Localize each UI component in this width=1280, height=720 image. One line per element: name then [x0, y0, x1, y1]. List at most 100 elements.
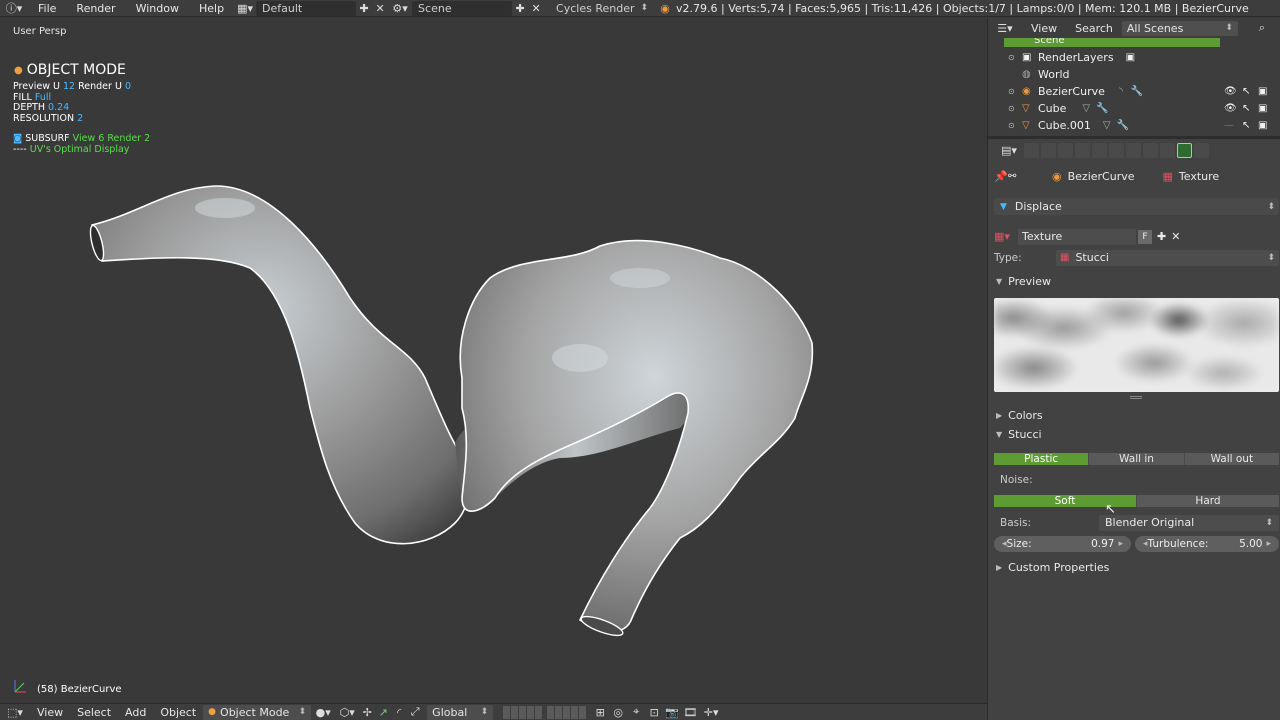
render-engine-value: Cycles Render [556, 1, 635, 15]
preview-panel-header[interactable]: ▼ Preview [994, 273, 1279, 289]
subsurf-label: SUBSURF [25, 133, 70, 144]
stucci-plastic-button[interactable]: Plastic [994, 453, 1090, 465]
screen-layout-field[interactable]: Default [256, 0, 357, 16]
editor-type-icon[interactable]: ⬚▾ [0, 706, 30, 719]
outliner-menu-search[interactable]: Search [1066, 22, 1122, 35]
curve-object-mesh[interactable] [0, 18, 987, 702]
translate-icon[interactable]: ↗ [375, 706, 391, 719]
stucci-panel-header[interactable]: ▼ Stucci [994, 426, 1279, 442]
opengl-anim-icon[interactable]: 🎞 [681, 706, 699, 719]
transform-gizmo-icon[interactable]: ✛▾ [699, 706, 723, 719]
outliner-row-cube-001[interactable]: ⊙ ▽ Cube.001 ▽ 🔧 — ↖ ▣ [988, 117, 1280, 134]
size-field[interactable]: ◂ Size: 0.97 ▸ [994, 535, 1131, 552]
add-scene-icon[interactable]: ✚ [512, 2, 528, 15]
opengl-render-icon[interactable]: 📷 [663, 706, 681, 719]
constraints-tab-icon[interactable] [1109, 142, 1124, 158]
render-camera-icon[interactable]: ▣ [1258, 86, 1267, 97]
unlink-texture-icon[interactable]: ✕ [1171, 230, 1180, 243]
outliner-row-renderlayers[interactable]: ⊙ ▣ RenderLayers ▣ [988, 49, 1280, 66]
expand-toggle-icon[interactable]: ⊙ [1008, 87, 1022, 96]
remove-scene-icon[interactable]: ✕ [528, 2, 544, 15]
fake-user-button[interactable]: F [1138, 229, 1152, 244]
screen-layout-icon[interactable]: ▦▾ [234, 2, 256, 15]
scene-icon[interactable]: ⚙▾ [388, 2, 412, 15]
visibility-eye-icon[interactable]: — [1224, 120, 1234, 131]
snap-element-icon[interactable]: ⊡ [645, 706, 663, 719]
render-tab-icon[interactable] [1024, 142, 1039, 158]
expand-toggle-icon[interactable]: ⊙ [1008, 121, 1022, 130]
menu-select[interactable]: Select [70, 706, 118, 719]
render-camera-icon[interactable]: ▣ [1258, 103, 1267, 114]
select-cursor-icon[interactable]: ↖ [1242, 86, 1250, 97]
pin-icon[interactable]: 📌 [994, 170, 1008, 183]
proportional-edit-icon[interactable]: ◎ [609, 706, 627, 719]
stucci-wall-out-button[interactable]: Wall out [1184, 453, 1279, 465]
area-divider[interactable] [988, 136, 1280, 139]
remove-screen-icon[interactable]: ✕ [372, 2, 388, 15]
viewport-shading-icon[interactable]: ●▾ [311, 706, 335, 719]
render-camera-icon[interactable]: ▣ [1258, 120, 1267, 131]
texture-context-select[interactable]: ▼ Displace ⬍ [994, 198, 1279, 215]
outliner-row-world[interactable]: ◍ World [988, 66, 1280, 83]
orientation-select[interactable]: Global ⬍ [427, 704, 494, 720]
search-icon[interactable]: ⌕ [1252, 21, 1272, 35]
increment-icon[interactable]: ▸ [1266, 539, 1271, 549]
object-tab-icon[interactable] [1092, 142, 1107, 158]
texture-name-field[interactable]: Texture [1018, 228, 1136, 245]
layer-grid[interactable] [547, 705, 588, 719]
menu-render[interactable]: Render [66, 2, 125, 15]
colors-panel-header[interactable]: ▶ Colors [994, 407, 1279, 423]
scene-field[interactable]: Scene [412, 0, 513, 16]
select-cursor-icon[interactable]: ↖ [1242, 120, 1250, 131]
outliner-menu-view[interactable]: View [1022, 22, 1066, 35]
layer-grid[interactable] [503, 705, 544, 719]
world-tab-icon[interactable] [1075, 142, 1090, 158]
expand-toggle-icon[interactable]: ⊙ [1008, 53, 1022, 62]
blender-logo-icon[interactable]: ⓘ▾ [0, 0, 28, 16]
expand-toggle-icon[interactable]: ⊙ [1008, 104, 1022, 113]
manipulator-toggle-icon[interactable]: ✢ [359, 706, 375, 719]
visibility-eye-icon[interactable]: 👁 [1224, 103, 1237, 114]
visibility-eye-icon[interactable]: 👁 [1224, 86, 1237, 97]
add-texture-icon[interactable]: ✚ [1157, 230, 1166, 243]
texture-tab-icon[interactable] [1177, 142, 1192, 158]
turbulence-field[interactable]: ◂ Turbulence: 5.00 ▸ [1135, 535, 1279, 552]
snap-icon[interactable]: ⌖ [627, 705, 645, 719]
render-engine-select[interactable]: Cycles Render ⬍ [550, 0, 655, 16]
data-tab-icon[interactable] [1143, 142, 1158, 158]
stucci-wall-in-button[interactable]: Wall in [1089, 453, 1185, 465]
mode-select[interactable]: ● Object Mode ⬍ [203, 704, 312, 720]
outliner-row-scene[interactable]: Scene [988, 38, 1280, 47]
increment-icon[interactable]: ▸ [1118, 539, 1123, 549]
menu-view[interactable]: View [30, 706, 70, 719]
texture-type-select[interactable]: ▦ Stucci ⬍ [1056, 249, 1279, 266]
preview-resize-handle[interactable] [1130, 396, 1142, 399]
editor-type-icon[interactable]: ▤▾ [996, 144, 1022, 157]
add-screen-icon[interactable]: ✚ [356, 2, 372, 15]
outliner-row-cube[interactable]: ⊙ ▽ Cube ▽ 🔧 👁 ↖ ▣ [988, 100, 1280, 117]
modifiers-tab-icon[interactable] [1126, 142, 1141, 158]
scale-icon[interactable]: ⤢ [407, 705, 423, 719]
menu-window[interactable]: Window [126, 2, 189, 15]
basis-select[interactable]: Blender Original ⬍ [1099, 514, 1279, 531]
3d-viewport[interactable]: User Persp ● OBJECT MODE Preview U 12 Re… [0, 18, 987, 702]
render-layers-tab-icon[interactable] [1041, 142, 1056, 158]
rotate-icon[interactable]: ◜ [391, 706, 407, 719]
menu-add[interactable]: Add [118, 706, 153, 719]
editor-type-icon[interactable]: ☰▾ [988, 22, 1022, 35]
physics-tab-icon[interactable] [1194, 142, 1209, 158]
subsurf-render-value: Render 2 [107, 133, 151, 144]
scene-tab-icon[interactable] [1058, 142, 1073, 158]
noise-hard-button[interactable]: Hard [1137, 495, 1279, 507]
custom-properties-header[interactable]: ▶ Custom Properties [994, 559, 1279, 575]
texture-browse-icon[interactable]: ▦▾ [994, 230, 1014, 243]
lock-layers-icon[interactable]: ⊞ [591, 706, 609, 719]
menu-object[interactable]: Object [153, 706, 203, 719]
outliner-filter-select[interactable]: All Scenes ⬍ [1121, 20, 1238, 36]
select-cursor-icon[interactable]: ↖ [1242, 103, 1250, 114]
material-tab-icon[interactable] [1160, 142, 1175, 158]
menu-file[interactable]: File [28, 2, 66, 15]
pivot-point-icon[interactable]: ⬡▾ [335, 706, 359, 719]
menu-help[interactable]: Help [189, 2, 234, 15]
outliner-row-beziercurve[interactable]: ⊙ ◉ BezierCurve ◝ 🔧 👁 ↖ ▣ [988, 83, 1280, 100]
